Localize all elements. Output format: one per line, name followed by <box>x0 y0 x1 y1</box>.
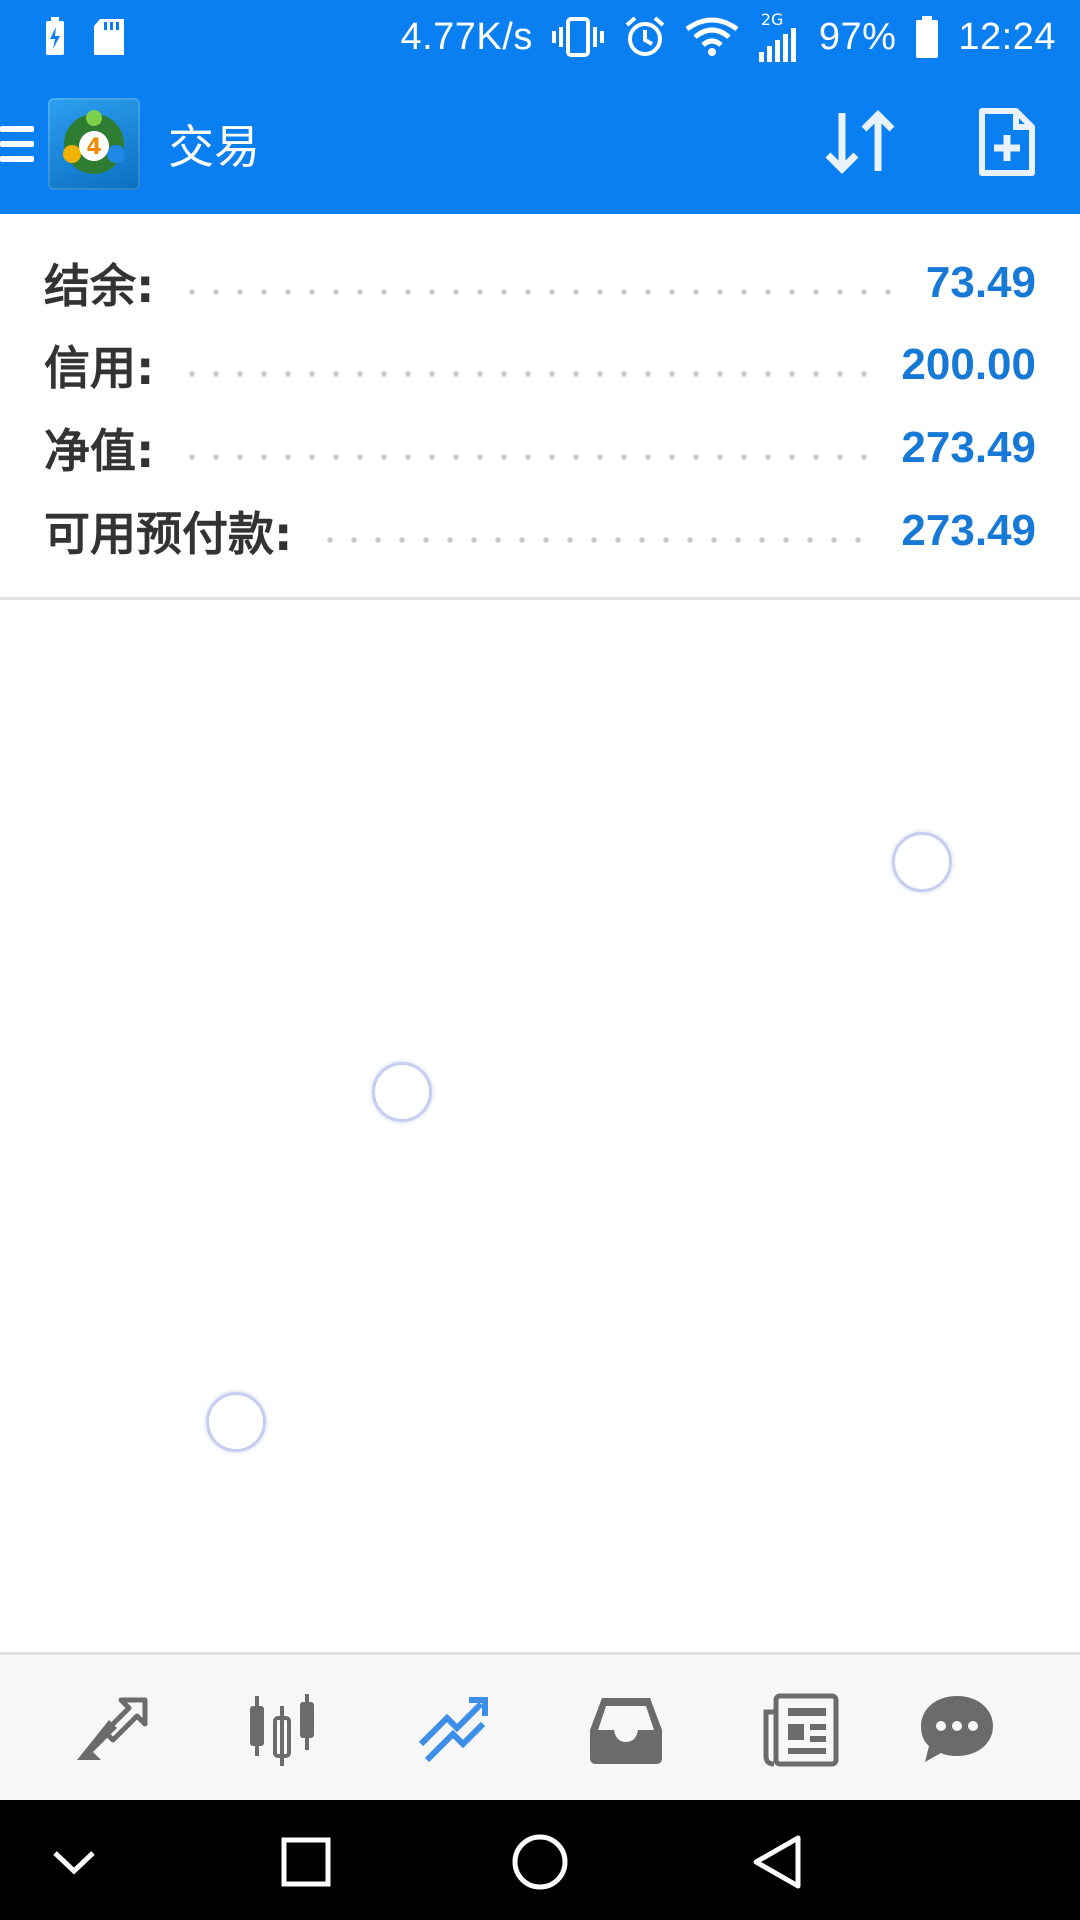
sort-icon[interactable] <box>822 109 898 179</box>
tab-trade[interactable] <box>408 1685 498 1775</box>
balance-value: 73.49 <box>925 258 1036 307</box>
nav-collapse-icon[interactable] <box>42 1830 106 1894</box>
tab-history[interactable] <box>581 1685 671 1775</box>
dotted-leader <box>180 371 876 377</box>
wifi-icon <box>685 17 739 57</box>
alarm-icon <box>623 15 667 59</box>
dotted-leader <box>180 289 900 295</box>
nav-recents-icon[interactable] <box>274 1830 338 1894</box>
quotes-icon <box>77 1697 148 1760</box>
equity-label: 净值: <box>44 424 155 478</box>
dotted-leader <box>318 537 876 543</box>
history-inbox-icon <box>590 1698 662 1764</box>
screen: 4.77K/s 2G 97% 12:24 4 交易 结余: 73.49 信用: … <box>0 0 1080 1920</box>
battery-percent: 97% <box>818 15 897 58</box>
new-order-icon[interactable] <box>978 107 1036 181</box>
nav-home-icon[interactable] <box>508 1830 572 1894</box>
app-bar: 4 交易 <box>0 74 1080 214</box>
nav-back-icon[interactable] <box>744 1830 808 1894</box>
logo-digit: 4 <box>86 135 101 160</box>
balance-row: 结余: 73.49 <box>44 248 1036 318</box>
equity-row: 净值: 273.49 <box>44 413 1036 483</box>
page-title: 交易 <box>168 120 260 174</box>
bottom-tab-bar <box>0 1652 1080 1800</box>
chat-icon <box>921 1696 993 1762</box>
clock: 12:24 <box>958 15 1056 58</box>
app-logo[interactable]: 4 <box>48 98 140 190</box>
system-nav-bar <box>0 1800 1080 1920</box>
tab-quotes[interactable] <box>66 1685 156 1775</box>
credit-row: 信用: 200.00 <box>44 330 1036 400</box>
tab-chat[interactable] <box>912 1685 1002 1775</box>
tab-news[interactable] <box>755 1685 845 1775</box>
battery-icon <box>914 16 940 58</box>
signal-icon: 2G <box>757 12 801 62</box>
touch-ripple-circle <box>206 1392 266 1452</box>
trade-icon <box>418 1697 488 1763</box>
touch-ripple-circle <box>892 832 952 892</box>
free-margin-value: 273.49 <box>901 506 1036 555</box>
positions-area[interactable] <box>0 600 1080 1652</box>
chart-candles-icon <box>250 1694 314 1766</box>
free-margin-row: 可用预付款: 273.49 <box>44 496 1036 566</box>
balance-label: 结余: <box>44 259 155 313</box>
news-icon <box>763 1693 839 1767</box>
vibrate-icon <box>551 17 605 57</box>
free-margin-label: 可用预付款: <box>44 507 293 561</box>
credit-value: 200.00 <box>901 340 1036 389</box>
menu-icon[interactable] <box>0 122 34 166</box>
touch-ripple-circle <box>372 1062 432 1122</box>
network-type: 2G <box>760 10 784 29</box>
equity-value: 273.49 <box>901 423 1036 472</box>
account-summary: 结余: 73.49 信用: 200.00 净值: 273.49 可用预付款: 2… <box>0 214 1080 600</box>
sd-card-icon <box>92 17 126 57</box>
network-speed: 4.77K/s <box>400 15 533 58</box>
battery-charging-icon <box>44 17 66 57</box>
credit-label: 信用: <box>44 341 155 395</box>
status-bar: 4.77K/s 2G 97% 12:24 <box>0 0 1080 74</box>
tab-charts[interactable] <box>237 1685 327 1775</box>
dotted-leader <box>180 454 876 460</box>
